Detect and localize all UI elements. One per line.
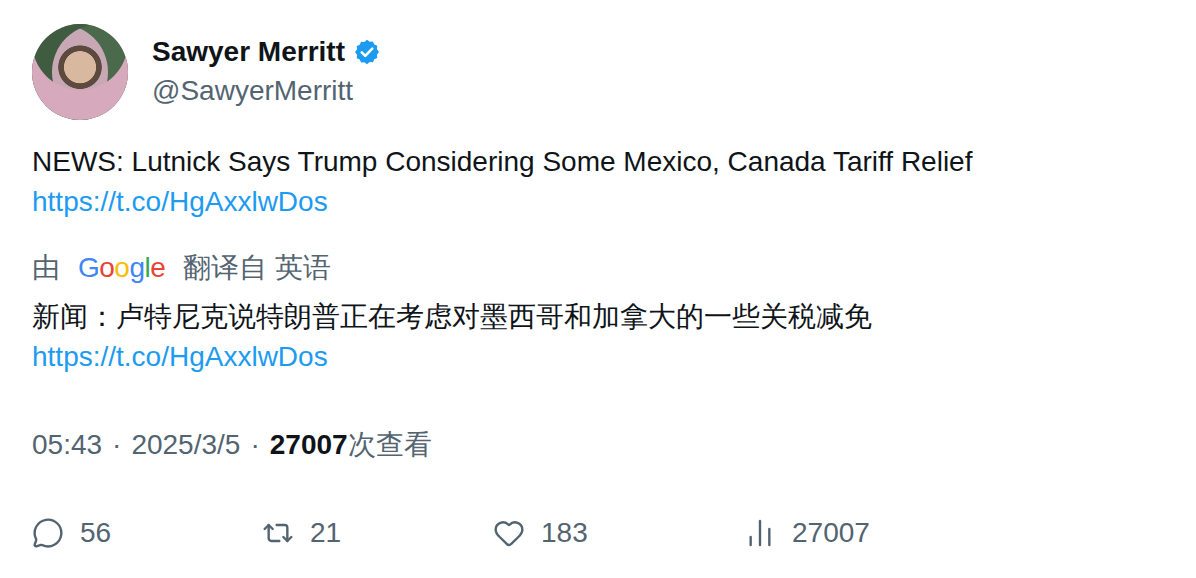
avatar-image[interactable] [32, 24, 128, 120]
like-count: 183 [541, 513, 588, 553]
retweet-button[interactable]: 21 [262, 513, 493, 553]
reply-count: 56 [80, 513, 111, 553]
author-block: Sawyer Merritt@SawyerMerritt [152, 33, 381, 111]
tweet-card: Sawyer Merritt@SawyerMerritt NEWS: Lutnic… [0, 0, 1196, 578]
views-button[interactable]: 27007 [744, 513, 984, 553]
reply-icon [32, 517, 64, 549]
reply-button[interactable]: 56 [32, 513, 262, 553]
author-handle[interactable]: @SawyerMerritt [152, 71, 381, 111]
tweet-body: NEWS: Lutnick Says Trump Considering Som… [32, 142, 1164, 377]
action-bar: 56 21 183 27007 [32, 513, 1164, 553]
meta-separator: · [112, 425, 121, 465]
views-icon [744, 517, 776, 549]
tweet-header: Sawyer Merritt@SawyerMerritt [32, 24, 1164, 120]
views-count: 27007 [792, 513, 870, 553]
verified-icon [353, 38, 381, 66]
retweet-icon [262, 517, 294, 549]
translated-text: 新闻：卢特尼克说特朗普正在考虑对墨西哥和加拿大的一些关税减免 [32, 297, 1164, 337]
translated-link[interactable]: https://t.co/HgAxxlwDos [32, 337, 1164, 377]
view-count: 27007次查看 [270, 425, 432, 465]
like-button[interactable]: 183 [493, 513, 744, 553]
author-name[interactable]: Sawyer Merritt [152, 33, 345, 71]
tweet-date[interactable]: 2025/3/5 [131, 425, 240, 465]
google-logo: Google [78, 248, 165, 288]
tweet-meta: 05:43·2025/3/5·27007次查看 [32, 425, 1164, 465]
translation-label: 由 Google 翻译自 英语 [32, 248, 1164, 288]
retweet-count: 21 [310, 513, 341, 553]
like-icon [493, 517, 525, 549]
translation-prefix: 由 [32, 248, 60, 288]
tweet-link[interactable]: https://t.co/HgAxxlwDos [32, 182, 1164, 222]
tweet-text: NEWS: Lutnick Says Trump Considering Som… [32, 142, 1164, 182]
name-row: Sawyer Merritt [152, 33, 381, 71]
translation-suffix[interactable]: 翻译自 英语 [183, 248, 331, 288]
meta-separator: · [250, 425, 259, 465]
tweet-time[interactable]: 05:43 [32, 425, 102, 465]
